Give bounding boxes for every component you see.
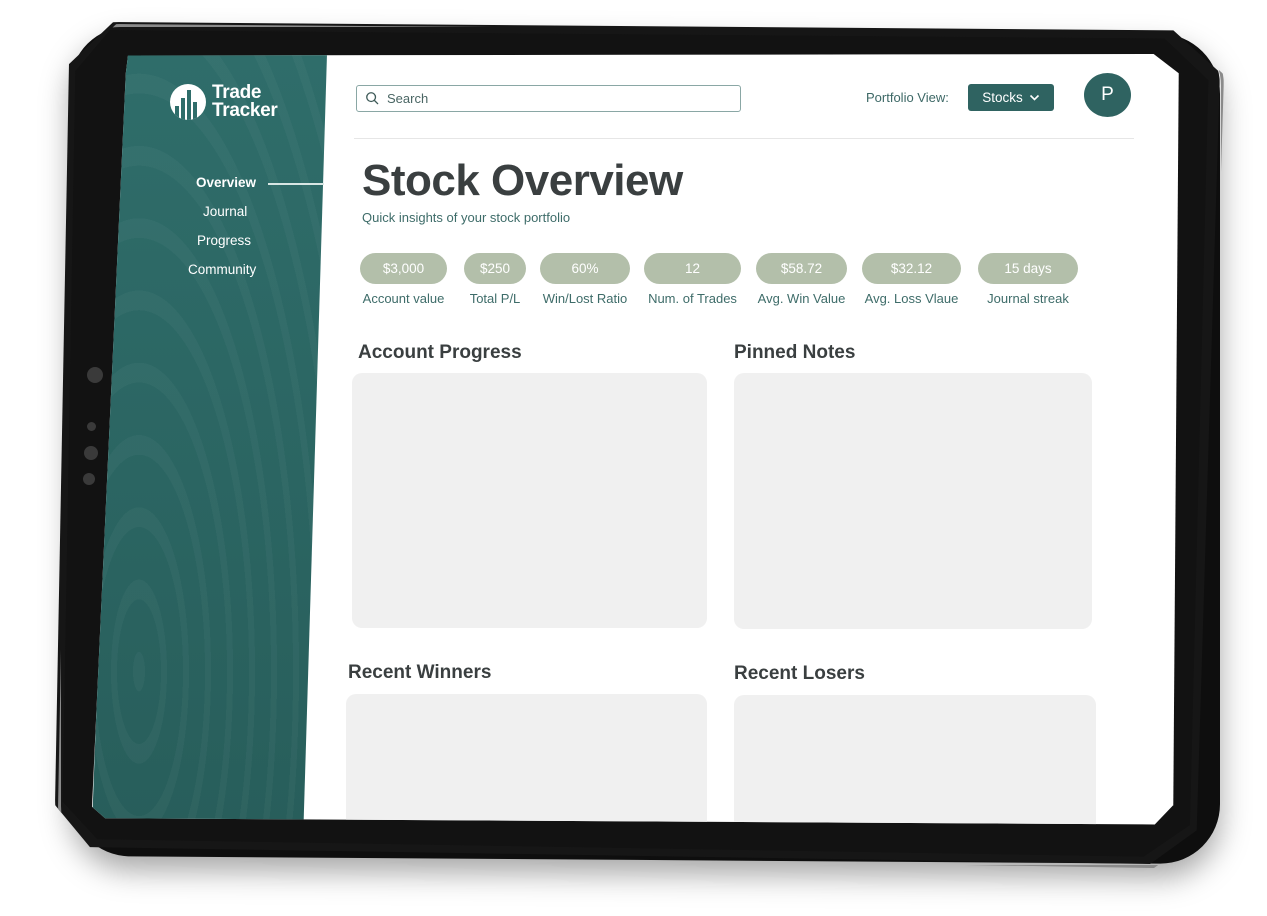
side-button <box>84 446 98 460</box>
stat-label: Avg. Win Value <box>757 291 846 306</box>
stat-label: Journal streak <box>987 291 1069 306</box>
pinned-notes-card[interactable] <box>734 373 1092 629</box>
stat-journal-streak: 15 days Journal streak <box>978 253 1078 306</box>
sensor-dot <box>87 422 96 431</box>
chevron-down-icon <box>1029 94 1040 102</box>
stat-label: Win/Lost Ratio <box>542 291 628 306</box>
portfolio-view-dropdown[interactable]: Stocks <box>968 84 1054 111</box>
avatar[interactable]: P <box>1084 73 1131 117</box>
search-placeholder: Search <box>387 91 429 106</box>
stat-label: Total P/L <box>469 291 521 306</box>
stat-num-trades: 12 Num. of Trades <box>644 253 741 306</box>
stat-pill: $58.72 <box>756 253 847 284</box>
app-screen: Trade Tracker Overview Journal Progress … <box>92 54 1182 826</box>
page-title: Stock Overview <box>362 156 683 205</box>
stat-pill: $3,000 <box>360 253 447 284</box>
recent-winners-card[interactable] <box>346 694 707 826</box>
sidebar-item-overview[interactable]: Overview <box>196 175 256 190</box>
logo-chart-icon <box>170 84 206 120</box>
logo[interactable]: Trade Tracker <box>170 84 278 120</box>
stat-label: Num. of Trades <box>648 291 737 306</box>
recent-losers-card[interactable] <box>734 695 1096 826</box>
header-divider <box>354 138 1134 139</box>
stat-pill: 60% <box>540 253 630 284</box>
stat-pill: 12 <box>644 253 741 284</box>
account-progress-card[interactable] <box>352 373 707 628</box>
section-title-account-progress: Account Progress <box>358 342 522 363</box>
search-input[interactable]: Search <box>356 85 741 112</box>
section-title-recent-losers: Recent Losers <box>734 663 865 684</box>
section-title-pinned-notes: Pinned Notes <box>734 342 856 363</box>
sidebar-item-journal[interactable]: Journal <box>203 204 247 219</box>
sidebar-item-community[interactable]: Community <box>188 262 256 277</box>
stat-total-pl: $250 Total P/L <box>464 253 526 306</box>
stat-account-value: $3,000 Account value <box>360 253 447 306</box>
search-icon <box>365 91 379 105</box>
active-nav-indicator <box>268 183 324 185</box>
stat-label: Avg. Loss Vlaue <box>864 291 959 306</box>
stat-pill: $32.12 <box>862 253 961 284</box>
section-title-recent-winners: Recent Winners <box>348 662 492 683</box>
stat-win-lost-ratio: 60% Win/Lost Ratio <box>540 253 630 306</box>
logo-text: Trade Tracker <box>212 84 278 120</box>
portfolio-view-value: Stocks <box>982 90 1023 105</box>
stat-label: Account value <box>362 291 445 306</box>
side-button <box>83 473 95 485</box>
page-subtitle: Quick insights of your stock portfolio <box>362 210 571 225</box>
logo-line-2: Tracker <box>212 100 278 121</box>
tablet-mockup: Trade Tracker Overview Journal Progress … <box>0 0 1267 916</box>
stat-avg-win-value: $58.72 Avg. Win Value <box>756 253 847 306</box>
camera-dot <box>87 367 103 383</box>
sidebar <box>92 54 327 826</box>
stat-pill: 15 days <box>978 253 1078 284</box>
stat-avg-loss-value: $32.12 Avg. Loss Vlaue <box>862 253 961 306</box>
sidebar-item-progress[interactable]: Progress <box>197 233 251 248</box>
portfolio-view-label: Portfolio View: <box>866 90 949 105</box>
stat-pill: $250 <box>464 253 526 284</box>
